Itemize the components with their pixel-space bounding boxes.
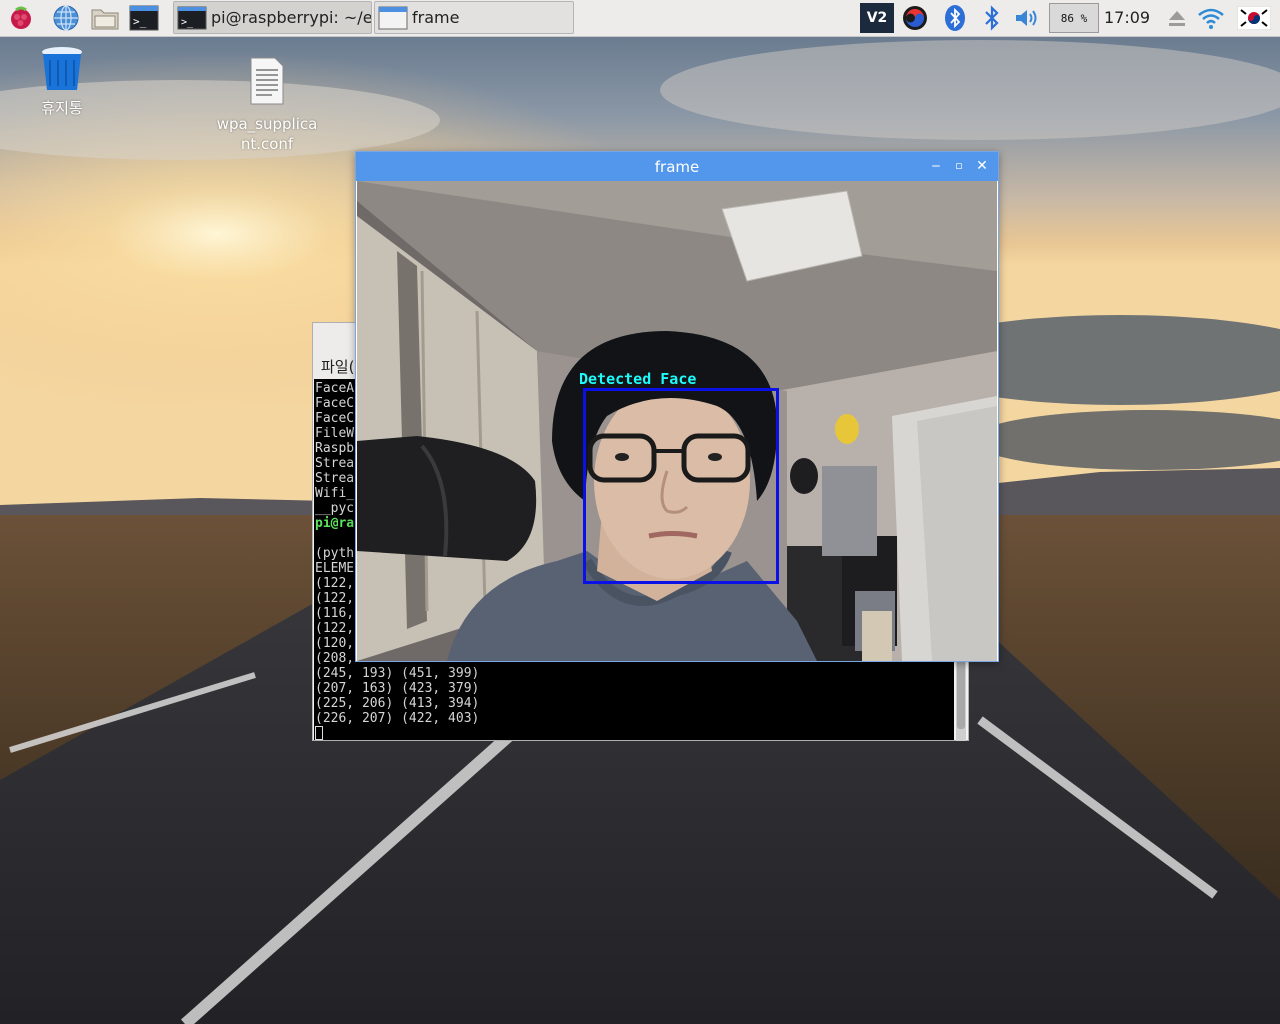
volume-icon[interactable] (1012, 3, 1042, 33)
terminal-line: (226, 207) (422, 403) (315, 711, 480, 726)
cpu-usage-monitor[interactable]: 86 % (1049, 3, 1099, 33)
close-icon[interactable]: ✕ (974, 158, 990, 174)
input-method-icon[interactable] (900, 3, 930, 33)
cpu-usage-value: 86 % (1060, 11, 1088, 25)
clock[interactable]: 17:09 (1104, 0, 1150, 36)
desktop-icon-label-line2: nt.conf (240, 135, 294, 153)
detected-face-label: Detected Face (579, 370, 697, 388)
desktop-icon-label-line1: wpa_supplica (216, 115, 318, 133)
bluetooth-tray-icon[interactable] (940, 3, 970, 33)
maximize-icon[interactable]: ▫ (951, 158, 967, 174)
svg-text:>_: >_ (181, 17, 194, 28)
taskbar-task-terminal[interactable]: >_ pi@raspberrypi: ~/ex… (173, 1, 372, 34)
terminal-line: (207, 163) (423, 379) (315, 681, 480, 696)
menu-file[interactable]: 파일( (321, 356, 354, 377)
window-title: frame (654, 157, 700, 176)
raspberry-menu-icon[interactable] (6, 3, 36, 33)
scrollbar-thumb[interactable] (957, 651, 965, 729)
taskbar-task-label: frame (412, 8, 460, 27)
minimize-icon[interactable]: ‒ (928, 158, 944, 174)
terminal-icon: >_ (177, 6, 207, 29)
desktop-icon-trash[interactable]: 휴지통 (22, 44, 102, 118)
taskbar: >_ >_ pi@raspberrypi: ~/ex… frame V2 (0, 0, 1280, 37)
window-icon (378, 6, 408, 29)
terminal-line: (225, 206) (413, 394) (315, 696, 480, 711)
terminal-launcher-icon[interactable]: >_ (129, 3, 159, 33)
desktop-icon-label: 휴지통 (41, 99, 83, 117)
camera-feed: Detected Face (357, 181, 997, 661)
frame-window[interactable]: frame ‒ ▫ ✕ Detected Face (355, 151, 999, 662)
file-manager-icon[interactable] (90, 3, 120, 33)
detected-face-box (583, 388, 779, 584)
window-titlebar[interactable]: frame ‒ ▫ ✕ (356, 152, 998, 181)
korean-flag-icon[interactable] (1236, 3, 1272, 33)
wifi-icon[interactable] (1196, 3, 1226, 33)
eject-icon[interactable] (1162, 3, 1192, 33)
vnc-icon[interactable]: V2 (860, 3, 894, 33)
taskbar-task-label: pi@raspberrypi: ~/ex… (211, 8, 372, 27)
svg-text:>_: >_ (133, 15, 147, 28)
bluetooth-icon[interactable] (977, 3, 1007, 33)
text-file-icon (250, 57, 284, 105)
terminal-line: (245, 193) (451, 399) (315, 666, 480, 681)
terminal-cursor (315, 726, 323, 740)
web-browser-icon[interactable] (51, 3, 81, 33)
taskbar-task-frame[interactable]: frame (374, 1, 574, 34)
desktop-icon-wpa-supplicant[interactable]: wpa_supplica nt.conf (212, 56, 322, 154)
trash-icon (42, 47, 82, 90)
